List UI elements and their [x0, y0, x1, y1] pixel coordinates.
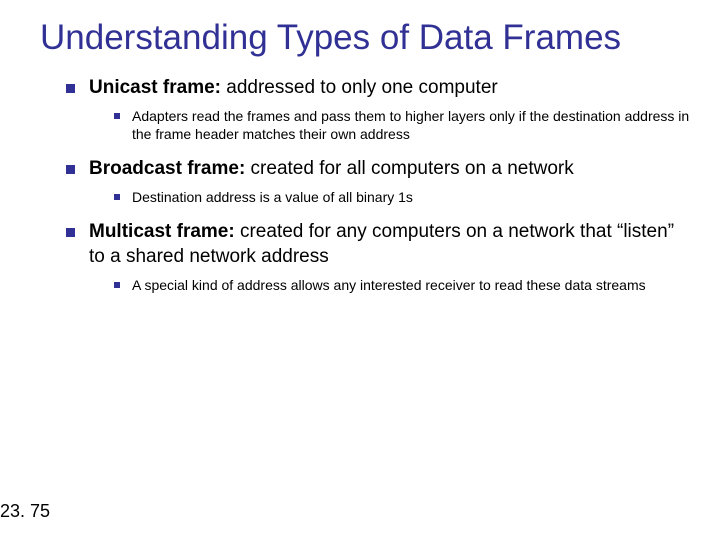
square-bullet-icon [114, 194, 120, 200]
term-bold: Multicast frame: [89, 221, 235, 242]
bullet-level1: Unicast frame: addressed to only one com… [66, 76, 690, 101]
sub-bullet-text: Adapters read the frames and pass them t… [132, 107, 690, 143]
square-bullet-icon [66, 165, 75, 174]
bullet-text: Broadcast frame: created for all compute… [89, 157, 690, 182]
term-bold: Broadcast frame: [89, 158, 245, 179]
bullet-level2: A special kind of address allows any int… [114, 276, 690, 294]
square-bullet-icon [66, 84, 75, 93]
square-bullet-icon [114, 282, 120, 288]
bullet-level2: Destination address is a value of all bi… [114, 188, 690, 206]
bullet-level1: Multicast frame: created for any compute… [66, 220, 690, 269]
term-bold: Unicast frame: [89, 77, 221, 98]
term-rest: addressed to only one computer [221, 77, 498, 98]
page-number: 23. 75 [0, 501, 50, 522]
bullet-level2: Adapters read the frames and pass them t… [114, 107, 690, 143]
bullet-level1: Broadcast frame: created for all compute… [66, 157, 690, 182]
bullet-text: Multicast frame: created for any compute… [89, 220, 690, 269]
square-bullet-icon [114, 113, 120, 119]
sub-bullet-text: Destination address is a value of all bi… [132, 188, 690, 206]
slide-title: Understanding Types of Data Frames [40, 18, 690, 58]
square-bullet-icon [66, 228, 75, 237]
slide: Understanding Types of Data Frames Unica… [0, 0, 720, 540]
term-rest: created for all computers on a network [245, 158, 573, 179]
bullet-text: Unicast frame: addressed to only one com… [89, 76, 690, 101]
sub-bullet-text: A special kind of address allows any int… [132, 276, 690, 294]
